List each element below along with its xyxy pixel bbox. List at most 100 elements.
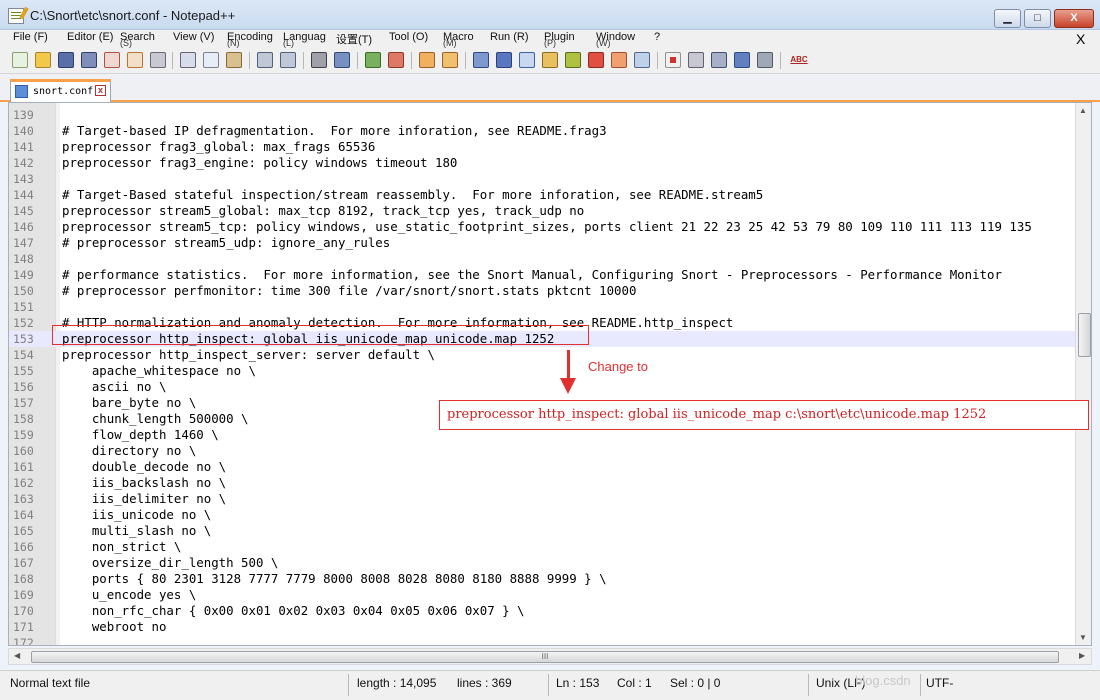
code-line[interactable]: 169 u_encode yes \ xyxy=(9,587,1075,603)
toolbar-separator xyxy=(465,52,466,69)
sync-horizontal-icon[interactable] xyxy=(442,52,458,68)
code-line[interactable]: 139 xyxy=(9,107,1075,123)
code-line[interactable]: 164 iis_unicode no \ xyxy=(9,507,1075,523)
code-line[interactable]: 167 oversize_dir_length 500 \ xyxy=(9,555,1075,571)
line-number: 167 xyxy=(13,556,34,570)
scroll-down-icon[interactable]: ▼ xyxy=(1079,633,1087,642)
copy-icon[interactable] xyxy=(203,52,219,68)
save-icon[interactable] xyxy=(58,52,74,68)
new-file-icon[interactable] xyxy=(12,52,28,68)
paste-icon[interactable] xyxy=(226,52,242,68)
code-line[interactable]: 140 # Target-based IP defragmentation. Fo… xyxy=(9,123,1075,139)
editor-area[interactable]: 139 140 # Target-based IP defragmentation.… xyxy=(8,102,1092,646)
status-encoding[interactable]: UTF- xyxy=(926,676,953,690)
run-macro-multiple-icon[interactable] xyxy=(734,52,750,68)
line-number: 161 xyxy=(13,460,34,474)
show-all-chars-icon[interactable] xyxy=(496,52,512,68)
line-number: 143 xyxy=(13,172,34,186)
code-line[interactable]: 151 xyxy=(9,299,1075,315)
code-line[interactable]: 150 # preprocessor perfmonitor: time 300 … xyxy=(9,283,1075,299)
close-all-icon[interactable] xyxy=(127,52,143,68)
undo-icon[interactable] xyxy=(257,52,273,68)
close-document-button[interactable]: X xyxy=(1076,31,1085,47)
code-line[interactable]: 144 # Target-Based stateful inspection/st… xyxy=(9,187,1075,203)
code-line[interactable]: 156 ascii no \ xyxy=(9,379,1075,395)
open-folder-icon[interactable] xyxy=(35,52,51,68)
doc-map-icon[interactable] xyxy=(565,52,581,68)
menu-bar: File (F) Editor (E) Search View (V) Enco… xyxy=(0,30,1100,48)
menu-settings[interactable]: 设置(T) xyxy=(336,31,372,47)
code-line[interactable]: 166 non_strict \ xyxy=(9,539,1075,555)
menu-tool[interactable]: Tool (O) xyxy=(389,31,428,43)
code-line[interactable]: 141 preprocessor frag3_global: max_frags … xyxy=(9,139,1075,155)
line-text: # Target-Based stateful inspection/strea… xyxy=(62,187,764,202)
code-line[interactable]: 160 directory no \ xyxy=(9,443,1075,459)
code-line[interactable]: 149 # performance statistics. For more in… xyxy=(9,267,1075,283)
menu-editor[interactable]: Editor (E) xyxy=(67,31,113,43)
save-macro-icon[interactable] xyxy=(757,52,773,68)
user-lang-icon[interactable] xyxy=(542,52,558,68)
line-text: preprocessor stream5_tcp: policy windows… xyxy=(62,219,1032,234)
code-line[interactable]: 170 non_rfc_char { 0x00 0x01 0x02 0x03 0… xyxy=(9,603,1075,619)
horizontal-scrollbar[interactable]: ◀ III ▶ xyxy=(8,648,1092,665)
code-line[interactable]: 146 preprocessor stream5_tcp: policy wind… xyxy=(9,219,1075,235)
zoom-in-icon[interactable] xyxy=(365,52,381,68)
record-macro-icon[interactable] xyxy=(665,52,681,68)
stop-macro-icon[interactable] xyxy=(688,52,704,68)
minimize-button[interactable]: ▁ xyxy=(994,9,1021,28)
code-line[interactable]: 143 xyxy=(9,171,1075,187)
close-file-icon[interactable] xyxy=(104,52,120,68)
line-text: # Target-based IP defragmentation. For m… xyxy=(62,123,607,138)
cut-icon[interactable] xyxy=(180,52,196,68)
line-text: bare_byte no \ xyxy=(62,395,197,410)
function-list-icon[interactable] xyxy=(588,52,604,68)
vertical-scroll-thumb[interactable] xyxy=(1078,313,1091,357)
word-wrap-icon[interactable] xyxy=(473,52,489,68)
print-icon[interactable] xyxy=(150,52,166,68)
scroll-grip: III xyxy=(541,652,549,661)
sync-vertical-icon[interactable] xyxy=(419,52,435,68)
replace-icon[interactable] xyxy=(334,52,350,68)
code-line[interactable]: 148 xyxy=(9,251,1075,267)
menu-view[interactable]: View (V) xyxy=(173,31,214,43)
code-line[interactable]: 168 ports { 80 2301 3128 7777 7779 8000 … xyxy=(9,571,1075,587)
redo-icon[interactable] xyxy=(280,52,296,68)
scroll-up-icon[interactable]: ▲ xyxy=(1079,106,1087,115)
code-line[interactable]: 142 preprocessor frag3_engine: policy win… xyxy=(9,155,1075,171)
code-line[interactable]: 172 xyxy=(9,635,1075,645)
menu-run[interactable]: Run (R) xyxy=(490,31,529,43)
play-macro-icon[interactable] xyxy=(711,52,727,68)
zoom-out-icon[interactable] xyxy=(388,52,404,68)
spell-check-icon[interactable]: ABC xyxy=(788,52,810,68)
save-all-icon[interactable] xyxy=(81,52,97,68)
tab-close-icon[interactable]: x xyxy=(95,85,106,96)
code-line[interactable]: 163 iis_delimiter no \ xyxy=(9,491,1075,507)
close-window-button[interactable]: X xyxy=(1054,9,1094,28)
maximize-button[interactable]: □ xyxy=(1024,9,1051,28)
monitoring-icon[interactable] xyxy=(634,52,650,68)
indent-guide-icon[interactable] xyxy=(519,52,535,68)
code-line[interactable]: 147 # preprocessor stream5_udp: ignore_an… xyxy=(9,235,1075,251)
code-line[interactable]: 154 preprocessor http_inspect_server: ser… xyxy=(9,347,1075,363)
tab-snort-conf[interactable]: snort.conf x xyxy=(10,79,111,102)
folder-workspace-icon[interactable] xyxy=(611,52,627,68)
code-line[interactable]: 162 iis_backslash no \ xyxy=(9,475,1075,491)
find-icon[interactable] xyxy=(311,52,327,68)
window-title: C:\Snort\etc\snort.conf - Notepad++ xyxy=(30,8,236,23)
code-line[interactable]: 145 preprocessor stream5_global: max_tcp … xyxy=(9,203,1075,219)
menu-help[interactable]: ? xyxy=(654,31,660,43)
scroll-left-icon[interactable]: ◀ xyxy=(14,651,20,660)
code-line[interactable]: 171 webroot no xyxy=(9,619,1075,635)
line-number: 155 xyxy=(13,364,34,378)
line-number: 168 xyxy=(13,572,34,586)
code-line[interactable]: 161 double_decode no \ xyxy=(9,459,1075,475)
code-line[interactable]: 155 apache_whitespace no \ xyxy=(9,363,1075,379)
menu-file[interactable]: File (F) xyxy=(13,31,48,43)
status-separator xyxy=(808,674,809,696)
vertical-scrollbar[interactable]: ▲ ▼ xyxy=(1075,103,1091,645)
scroll-right-icon[interactable]: ▶ xyxy=(1079,651,1085,660)
code-line[interactable]: 165 multi_slash no \ xyxy=(9,523,1075,539)
line-number: 157 xyxy=(13,396,34,410)
horizontal-scroll-thumb[interactable]: III xyxy=(31,651,1059,663)
replacement-line-box: preprocessor http_inspect: global iis_un… xyxy=(439,400,1089,430)
